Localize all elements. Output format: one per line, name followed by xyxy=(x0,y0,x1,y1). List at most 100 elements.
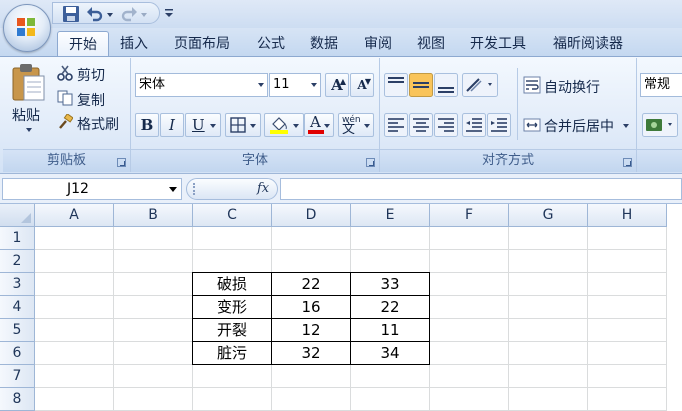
cell-h7[interactable] xyxy=(588,365,667,388)
resize-handle-icon[interactable] xyxy=(193,183,205,195)
grow-font-button[interactable]: A ▲ xyxy=(325,73,349,97)
increase-indent-icon[interactable] xyxy=(487,113,511,137)
cell-b2[interactable] xyxy=(114,250,193,273)
column-header-e[interactable]: E xyxy=(351,204,430,227)
cell-c7[interactable] xyxy=(193,365,272,388)
cell-e5[interactable]: 11 xyxy=(351,319,430,342)
align-top-icon[interactable] xyxy=(384,73,408,97)
cell-h4[interactable] xyxy=(588,296,667,319)
phonetic-button[interactable]: wén 文 xyxy=(338,113,374,137)
cell-a6[interactable] xyxy=(35,342,114,365)
clipboard-launcher-icon[interactable] xyxy=(117,158,126,167)
cell-g7[interactable] xyxy=(509,365,588,388)
accounting-icon[interactable] xyxy=(642,113,678,137)
bold-button[interactable]: B xyxy=(135,113,159,137)
number-format-select[interactable]: 常规 xyxy=(640,73,682,97)
row-header-2[interactable]: 2 xyxy=(0,250,35,273)
cell-a4[interactable] xyxy=(35,296,114,319)
cell-d3[interactable]: 22 xyxy=(272,272,351,296)
customize-qat-icon[interactable] xyxy=(164,7,174,19)
cell-g8[interactable] xyxy=(509,388,588,411)
cell-f8[interactable] xyxy=(430,388,509,411)
cell-c5[interactable]: 开裂 xyxy=(192,319,272,342)
cell-g4[interactable] xyxy=(509,296,588,319)
cell-b5[interactable] xyxy=(114,319,193,342)
select-all-button[interactable] xyxy=(0,204,35,227)
column-header-c[interactable]: C xyxy=(193,204,272,227)
cell-b7[interactable] xyxy=(114,365,193,388)
cell-d5[interactable]: 12 xyxy=(272,319,351,342)
paste-button[interactable]: 粘贴 xyxy=(12,105,40,125)
row-header-4[interactable]: 4 xyxy=(0,296,35,319)
cell-f6[interactable] xyxy=(430,342,509,365)
shrink-font-button[interactable]: A ▼ xyxy=(350,73,374,97)
clipboard-icon[interactable] xyxy=(10,62,46,102)
tab-foxit-reader[interactable]: 福昕阅读器 xyxy=(553,33,623,55)
cell-g2[interactable] xyxy=(509,250,588,273)
paste-dropdown[interactable] xyxy=(26,128,32,132)
cell-e1[interactable] xyxy=(351,227,430,250)
cell-f2[interactable] xyxy=(430,250,509,273)
font-name-select[interactable]: 宋体 xyxy=(135,73,268,97)
formula-input[interactable] xyxy=(280,178,682,200)
undo-icon[interactable] xyxy=(86,5,104,23)
cell-d1[interactable] xyxy=(272,227,351,250)
italic-button[interactable]: I xyxy=(160,113,184,137)
merge-dropdown[interactable] xyxy=(623,124,629,128)
borders-button[interactable] xyxy=(225,113,261,137)
copy-button[interactable]: 复制 xyxy=(77,90,105,110)
cell-g6[interactable] xyxy=(509,342,588,365)
cell-d8[interactable] xyxy=(272,388,351,411)
cell-a5[interactable] xyxy=(35,319,114,342)
tab-page-layout[interactable]: 页面布局 xyxy=(174,33,230,55)
align-right-icon[interactable] xyxy=(434,113,458,137)
redo-icon[interactable] xyxy=(120,5,138,23)
cell-e6[interactable]: 34 xyxy=(351,342,430,365)
row-header-1[interactable]: 1 xyxy=(0,227,35,250)
tab-review[interactable]: 审阅 xyxy=(364,33,392,55)
cell-a1[interactable] xyxy=(35,227,114,250)
column-header-g[interactable]: G xyxy=(509,204,588,227)
cell-g1[interactable] xyxy=(509,227,588,250)
cell-e7[interactable] xyxy=(351,365,430,388)
cell-e4[interactable]: 22 xyxy=(351,296,430,319)
cell-c8[interactable] xyxy=(193,388,272,411)
cell-c2[interactable] xyxy=(193,250,272,273)
cell-f1[interactable] xyxy=(430,227,509,250)
row-header-8[interactable]: 8 xyxy=(0,388,35,411)
office-button[interactable] xyxy=(3,4,51,52)
cell-e8[interactable] xyxy=(351,388,430,411)
cell-h2[interactable] xyxy=(588,250,667,273)
column-header-b[interactable]: B xyxy=(114,204,193,227)
align-bottom-icon[interactable] xyxy=(434,73,458,97)
format-painter-button[interactable]: 格式刷 xyxy=(77,114,119,134)
cell-f4[interactable] xyxy=(430,296,509,319)
column-header-d[interactable]: D xyxy=(272,204,351,227)
align-middle-icon[interactable] xyxy=(409,73,433,97)
cell-f3[interactable] xyxy=(430,273,509,296)
row-header-3[interactable]: 3 xyxy=(0,273,35,296)
font-size-select[interactable]: 11 xyxy=(269,73,321,97)
cell-a3[interactable] xyxy=(35,273,114,296)
column-header-a[interactable]: A xyxy=(35,204,114,227)
tab-home[interactable]: 开始 xyxy=(57,31,109,58)
cell-g5[interactable] xyxy=(509,319,588,342)
cell-a7[interactable] xyxy=(35,365,114,388)
align-left-icon[interactable] xyxy=(384,113,408,137)
cell-b1[interactable] xyxy=(114,227,193,250)
tab-developer[interactable]: 开发工具 xyxy=(470,33,526,55)
font-launcher-icon[interactable] xyxy=(366,158,375,167)
name-box[interactable]: J12 xyxy=(2,178,182,200)
cell-b8[interactable] xyxy=(114,388,193,411)
cell-a2[interactable] xyxy=(35,250,114,273)
cell-h5[interactable] xyxy=(588,319,667,342)
tab-insert[interactable]: 插入 xyxy=(120,33,148,55)
tab-formulas[interactable]: 公式 xyxy=(257,33,285,55)
undo-dropdown[interactable] xyxy=(107,13,113,17)
tab-view[interactable]: 视图 xyxy=(417,33,445,55)
cell-c6[interactable]: 脏污 xyxy=(192,342,272,365)
column-header-h[interactable]: H xyxy=(588,204,667,227)
cell-d6[interactable]: 32 xyxy=(272,342,351,365)
cell-b4[interactable] xyxy=(114,296,193,319)
cell-d4[interactable]: 16 xyxy=(272,296,351,319)
